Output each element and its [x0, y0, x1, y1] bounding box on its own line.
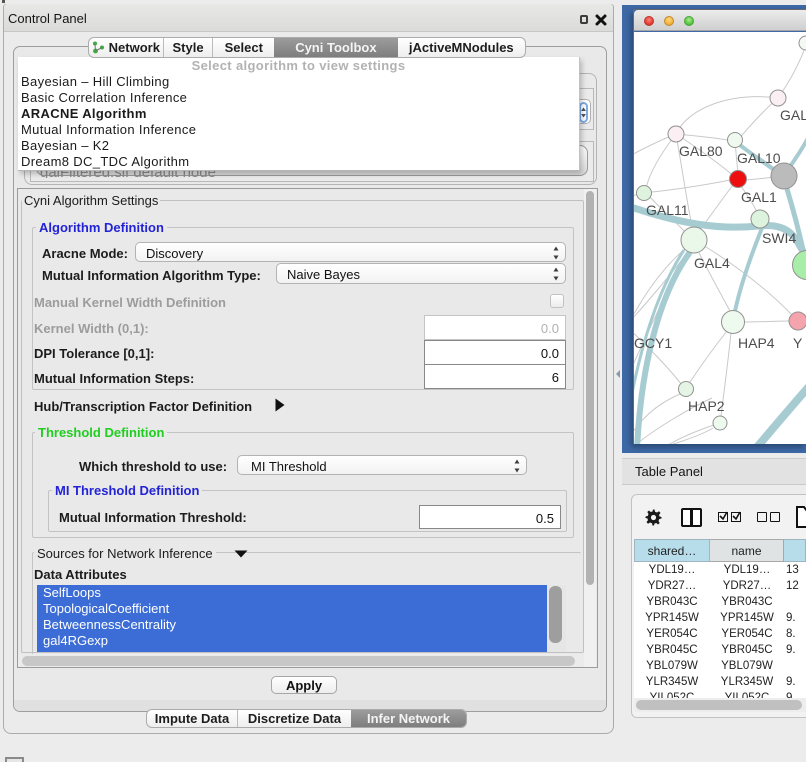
svg-text:Y: Y	[793, 335, 803, 351]
svg-text:GAL10: GAL10	[737, 150, 781, 166]
svg-text:GAL1: GAL1	[741, 189, 777, 205]
svg-text:GAL11: GAL11	[646, 202, 689, 218]
svg-text:HAP2: HAP2	[688, 398, 725, 414]
svg-text:GCY1: GCY1	[634, 335, 672, 351]
svg-text:GAL80: GAL80	[679, 143, 723, 159]
svg-text:SWI4: SWI4	[762, 230, 796, 246]
svg-text:GAL: GAL	[780, 107, 806, 123]
svg-text:HAP4: HAP4	[738, 335, 775, 351]
svg-text:GAL4: GAL4	[694, 255, 730, 271]
